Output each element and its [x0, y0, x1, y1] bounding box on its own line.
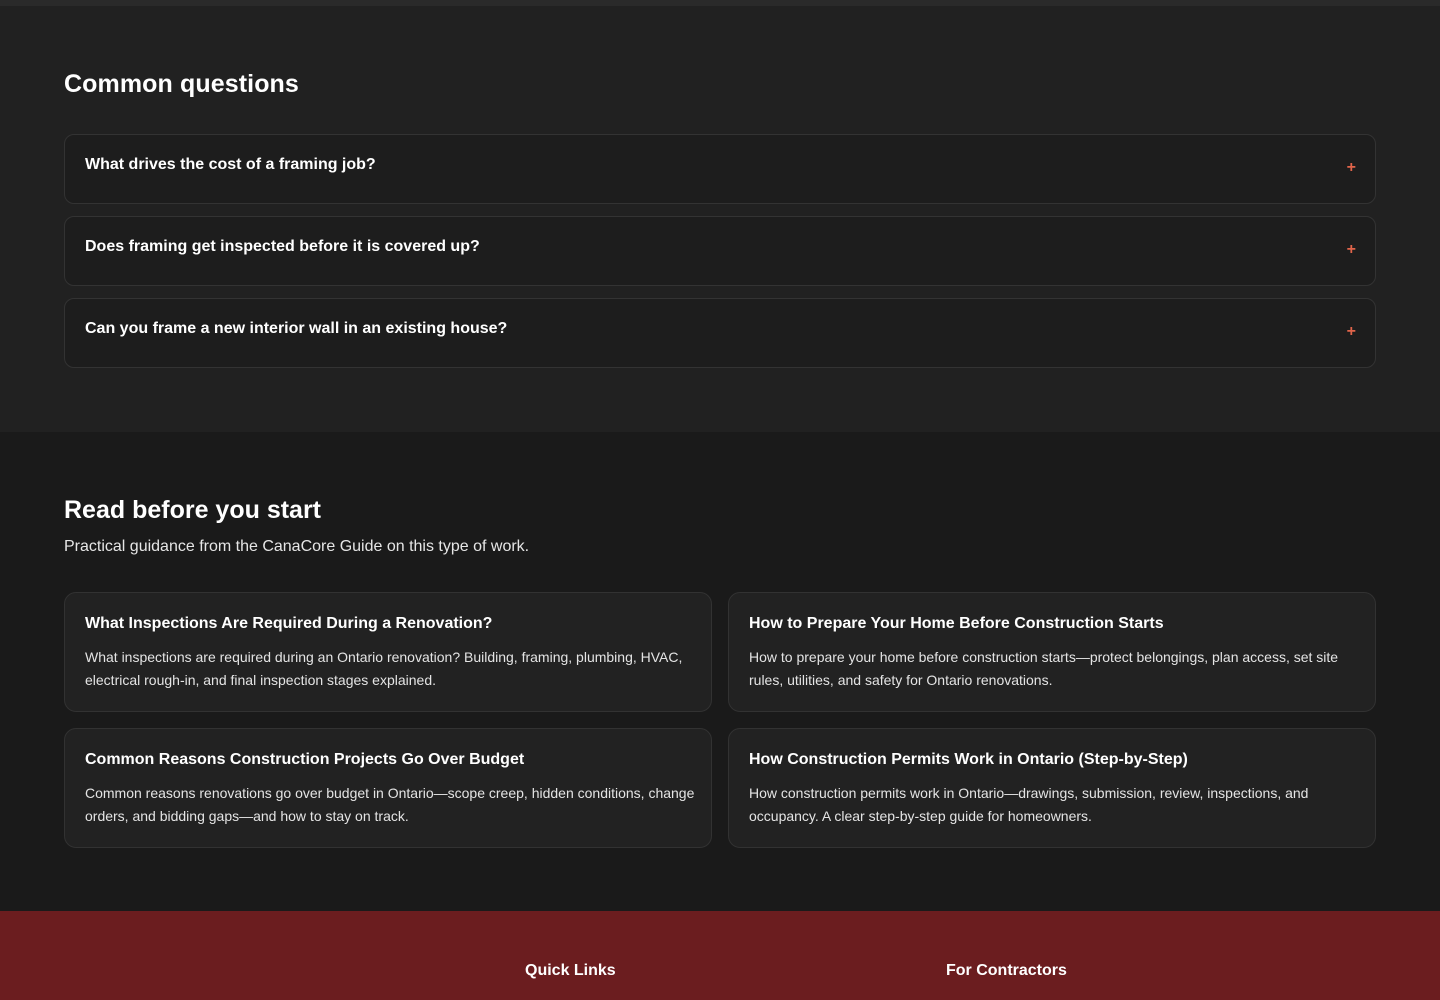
faq-title: Common questions: [64, 70, 299, 98]
card-description: What inspections are required during an …: [85, 649, 683, 688]
guide-card-permits[interactable]: How Construction Permits Work in Ontario…: [728, 728, 1376, 848]
faq-section: Common questions What drives the cost of…: [0, 6, 1440, 432]
footer-heading-contractors: For Contractors: [946, 962, 1067, 979]
faq-question: What drives the cost of a framing job?: [85, 156, 376, 173]
faq-question: Can you frame a new interior wall in an …: [85, 320, 508, 337]
faq-item-framing-cost[interactable]: What drives the cost of a framing job? +: [64, 134, 1376, 204]
guide-subtitle: Practical guidance from the CanaCore Gui…: [64, 538, 530, 555]
card-description: How construction permits work in Ontario…: [749, 785, 1309, 824]
guide-card-prepare-home[interactable]: How to Prepare Your Home Before Construc…: [728, 592, 1376, 712]
site-footer: Quick Links For Contractors: [0, 911, 1440, 1000]
card-title: How Construction Permits Work in Ontario…: [749, 751, 1188, 768]
plus-icon[interactable]: +: [1347, 242, 1356, 258]
card-title: How to Prepare Your Home Before Construc…: [749, 615, 1164, 632]
guide-section: Read before you start Practical guidance…: [0, 432, 1440, 911]
guide-card-over-budget[interactable]: Common Reasons Construction Projects Go …: [64, 728, 712, 848]
faq-item-interior-wall[interactable]: Can you frame a new interior wall in an …: [64, 298, 1376, 368]
card-description: Common reasons renovations go over budge…: [85, 785, 695, 824]
guide-title: Read before you start: [64, 496, 322, 524]
faq-question: Does framing get inspected before it is …: [85, 238, 480, 255]
footer-heading-quick-links: Quick Links: [525, 962, 616, 979]
faq-item-framing-inspection[interactable]: Does framing get inspected before it is …: [64, 216, 1376, 286]
card-description: How to prepare your home before construc…: [749, 649, 1339, 688]
plus-icon[interactable]: +: [1347, 324, 1356, 340]
card-title: What Inspections Are Required During a R…: [85, 615, 493, 632]
plus-icon[interactable]: +: [1347, 160, 1356, 176]
card-title: Common Reasons Construction Projects Go …: [85, 751, 525, 768]
guide-card-inspections[interactable]: What Inspections Are Required During a R…: [64, 592, 712, 712]
